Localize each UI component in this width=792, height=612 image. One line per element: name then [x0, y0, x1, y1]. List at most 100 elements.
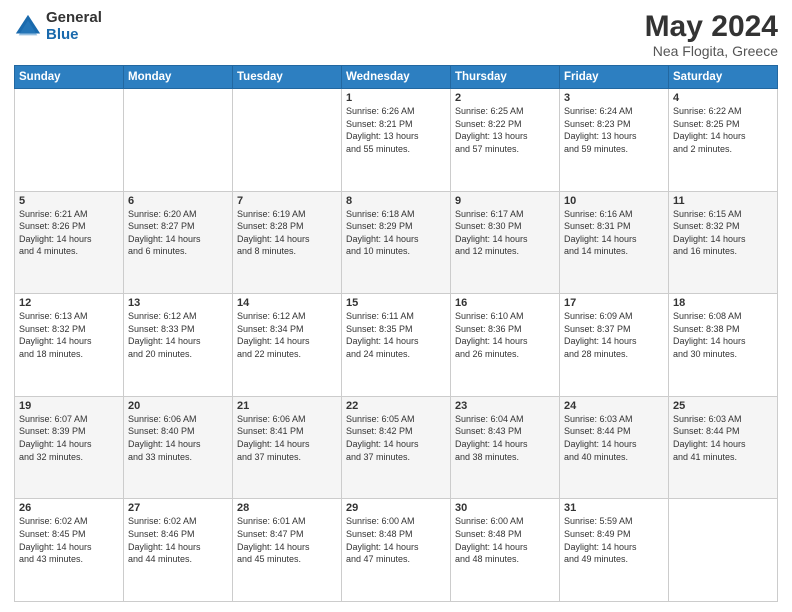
- day-info: Sunrise: 6:15 AM Sunset: 8:32 PM Dayligh…: [673, 208, 773, 258]
- week-row-1: 1Sunrise: 6:26 AM Sunset: 8:21 PM Daylig…: [15, 89, 778, 192]
- header-sunday: Sunday: [15, 66, 124, 89]
- day-number: 16: [455, 297, 555, 309]
- day-number: 31: [564, 502, 664, 514]
- header: General Blue May 2024 Nea Flogita, Greec…: [14, 10, 778, 59]
- day-number: 8: [346, 195, 446, 207]
- day-cell: 30Sunrise: 6:00 AM Sunset: 8:48 PM Dayli…: [451, 499, 560, 602]
- day-number: 10: [564, 195, 664, 207]
- day-info: Sunrise: 6:19 AM Sunset: 8:28 PM Dayligh…: [237, 208, 337, 258]
- day-cell: 25Sunrise: 6:03 AM Sunset: 8:44 PM Dayli…: [669, 396, 778, 499]
- day-cell: 2Sunrise: 6:25 AM Sunset: 8:22 PM Daylig…: [451, 89, 560, 192]
- header-wednesday: Wednesday: [342, 66, 451, 89]
- day-cell: 9Sunrise: 6:17 AM Sunset: 8:30 PM Daylig…: [451, 191, 560, 294]
- day-cell: 21Sunrise: 6:06 AM Sunset: 8:41 PM Dayli…: [233, 396, 342, 499]
- week-row-2: 5Sunrise: 6:21 AM Sunset: 8:26 PM Daylig…: [15, 191, 778, 294]
- week-row-3: 12Sunrise: 6:13 AM Sunset: 8:32 PM Dayli…: [15, 294, 778, 397]
- day-number: 2: [455, 92, 555, 104]
- day-info: Sunrise: 6:05 AM Sunset: 8:42 PM Dayligh…: [346, 413, 446, 463]
- day-info: Sunrise: 6:01 AM Sunset: 8:47 PM Dayligh…: [237, 515, 337, 565]
- header-friday: Friday: [560, 66, 669, 89]
- day-number: 22: [346, 400, 446, 412]
- day-info: Sunrise: 6:06 AM Sunset: 8:40 PM Dayligh…: [128, 413, 228, 463]
- day-number: 5: [19, 195, 119, 207]
- day-cell: 4Sunrise: 6:22 AM Sunset: 8:25 PM Daylig…: [669, 89, 778, 192]
- day-cell: 14Sunrise: 6:12 AM Sunset: 8:34 PM Dayli…: [233, 294, 342, 397]
- day-number: 17: [564, 297, 664, 309]
- day-number: 19: [19, 400, 119, 412]
- day-number: 20: [128, 400, 228, 412]
- day-info: Sunrise: 6:04 AM Sunset: 8:43 PM Dayligh…: [455, 413, 555, 463]
- day-cell: 3Sunrise: 6:24 AM Sunset: 8:23 PM Daylig…: [560, 89, 669, 192]
- day-info: Sunrise: 6:24 AM Sunset: 8:23 PM Dayligh…: [564, 105, 664, 155]
- day-cell: [124, 89, 233, 192]
- day-number: 15: [346, 297, 446, 309]
- day-cell: 15Sunrise: 6:11 AM Sunset: 8:35 PM Dayli…: [342, 294, 451, 397]
- day-number: 1: [346, 92, 446, 104]
- day-cell: 26Sunrise: 6:02 AM Sunset: 8:45 PM Dayli…: [15, 499, 124, 602]
- day-info: Sunrise: 5:59 AM Sunset: 8:49 PM Dayligh…: [564, 515, 664, 565]
- day-info: Sunrise: 6:00 AM Sunset: 8:48 PM Dayligh…: [346, 515, 446, 565]
- day-info: Sunrise: 6:03 AM Sunset: 8:44 PM Dayligh…: [673, 413, 773, 463]
- header-thursday: Thursday: [451, 66, 560, 89]
- day-number: 23: [455, 400, 555, 412]
- day-info: Sunrise: 6:11 AM Sunset: 8:35 PM Dayligh…: [346, 310, 446, 360]
- day-cell: [15, 89, 124, 192]
- day-info: Sunrise: 6:08 AM Sunset: 8:38 PM Dayligh…: [673, 310, 773, 360]
- day-info: Sunrise: 6:03 AM Sunset: 8:44 PM Dayligh…: [564, 413, 664, 463]
- day-number: 26: [19, 502, 119, 514]
- day-cell: 18Sunrise: 6:08 AM Sunset: 8:38 PM Dayli…: [669, 294, 778, 397]
- day-cell: 11Sunrise: 6:15 AM Sunset: 8:32 PM Dayli…: [669, 191, 778, 294]
- logo-general-text: General: [46, 10, 102, 27]
- day-info: Sunrise: 6:02 AM Sunset: 8:46 PM Dayligh…: [128, 515, 228, 565]
- day-info: Sunrise: 6:22 AM Sunset: 8:25 PM Dayligh…: [673, 105, 773, 155]
- day-info: Sunrise: 6:17 AM Sunset: 8:30 PM Dayligh…: [455, 208, 555, 258]
- day-number: 24: [564, 400, 664, 412]
- day-number: 18: [673, 297, 773, 309]
- day-info: Sunrise: 6:12 AM Sunset: 8:33 PM Dayligh…: [128, 310, 228, 360]
- day-cell: 31Sunrise: 5:59 AM Sunset: 8:49 PM Dayli…: [560, 499, 669, 602]
- calendar-header-row: Sunday Monday Tuesday Wednesday Thursday…: [15, 66, 778, 89]
- day-info: Sunrise: 6:25 AM Sunset: 8:22 PM Dayligh…: [455, 105, 555, 155]
- day-number: 29: [346, 502, 446, 514]
- logo-icon: [14, 13, 42, 41]
- day-cell: 7Sunrise: 6:19 AM Sunset: 8:28 PM Daylig…: [233, 191, 342, 294]
- day-cell: [669, 499, 778, 602]
- day-info: Sunrise: 6:16 AM Sunset: 8:31 PM Dayligh…: [564, 208, 664, 258]
- header-saturday: Saturday: [669, 66, 778, 89]
- day-info: Sunrise: 6:12 AM Sunset: 8:34 PM Dayligh…: [237, 310, 337, 360]
- day-number: 28: [237, 502, 337, 514]
- day-cell: [233, 89, 342, 192]
- day-number: 6: [128, 195, 228, 207]
- day-number: 9: [455, 195, 555, 207]
- day-info: Sunrise: 6:20 AM Sunset: 8:27 PM Dayligh…: [128, 208, 228, 258]
- day-number: 12: [19, 297, 119, 309]
- week-row-4: 19Sunrise: 6:07 AM Sunset: 8:39 PM Dayli…: [15, 396, 778, 499]
- day-info: Sunrise: 6:26 AM Sunset: 8:21 PM Dayligh…: [346, 105, 446, 155]
- day-number: 4: [673, 92, 773, 104]
- day-number: 13: [128, 297, 228, 309]
- logo-blue-text: Blue: [46, 27, 102, 44]
- logo-text: General Blue: [46, 10, 102, 43]
- day-cell: 22Sunrise: 6:05 AM Sunset: 8:42 PM Dayli…: [342, 396, 451, 499]
- header-monday: Monday: [124, 66, 233, 89]
- day-cell: 5Sunrise: 6:21 AM Sunset: 8:26 PM Daylig…: [15, 191, 124, 294]
- day-cell: 28Sunrise: 6:01 AM Sunset: 8:47 PM Dayli…: [233, 499, 342, 602]
- day-cell: 27Sunrise: 6:02 AM Sunset: 8:46 PM Dayli…: [124, 499, 233, 602]
- day-number: 14: [237, 297, 337, 309]
- calendar-table: Sunday Monday Tuesday Wednesday Thursday…: [14, 65, 778, 602]
- day-info: Sunrise: 6:06 AM Sunset: 8:41 PM Dayligh…: [237, 413, 337, 463]
- day-info: Sunrise: 6:07 AM Sunset: 8:39 PM Dayligh…: [19, 413, 119, 463]
- day-cell: 16Sunrise: 6:10 AM Sunset: 8:36 PM Dayli…: [451, 294, 560, 397]
- logo: General Blue: [14, 10, 102, 43]
- day-info: Sunrise: 6:13 AM Sunset: 8:32 PM Dayligh…: [19, 310, 119, 360]
- day-number: 11: [673, 195, 773, 207]
- day-cell: 20Sunrise: 6:06 AM Sunset: 8:40 PM Dayli…: [124, 396, 233, 499]
- day-cell: 10Sunrise: 6:16 AM Sunset: 8:31 PM Dayli…: [560, 191, 669, 294]
- page: General Blue May 2024 Nea Flogita, Greec…: [0, 0, 792, 612]
- day-info: Sunrise: 6:10 AM Sunset: 8:36 PM Dayligh…: [455, 310, 555, 360]
- day-number: 30: [455, 502, 555, 514]
- day-number: 7: [237, 195, 337, 207]
- day-info: Sunrise: 6:09 AM Sunset: 8:37 PM Dayligh…: [564, 310, 664, 360]
- day-info: Sunrise: 6:21 AM Sunset: 8:26 PM Dayligh…: [19, 208, 119, 258]
- day-info: Sunrise: 6:18 AM Sunset: 8:29 PM Dayligh…: [346, 208, 446, 258]
